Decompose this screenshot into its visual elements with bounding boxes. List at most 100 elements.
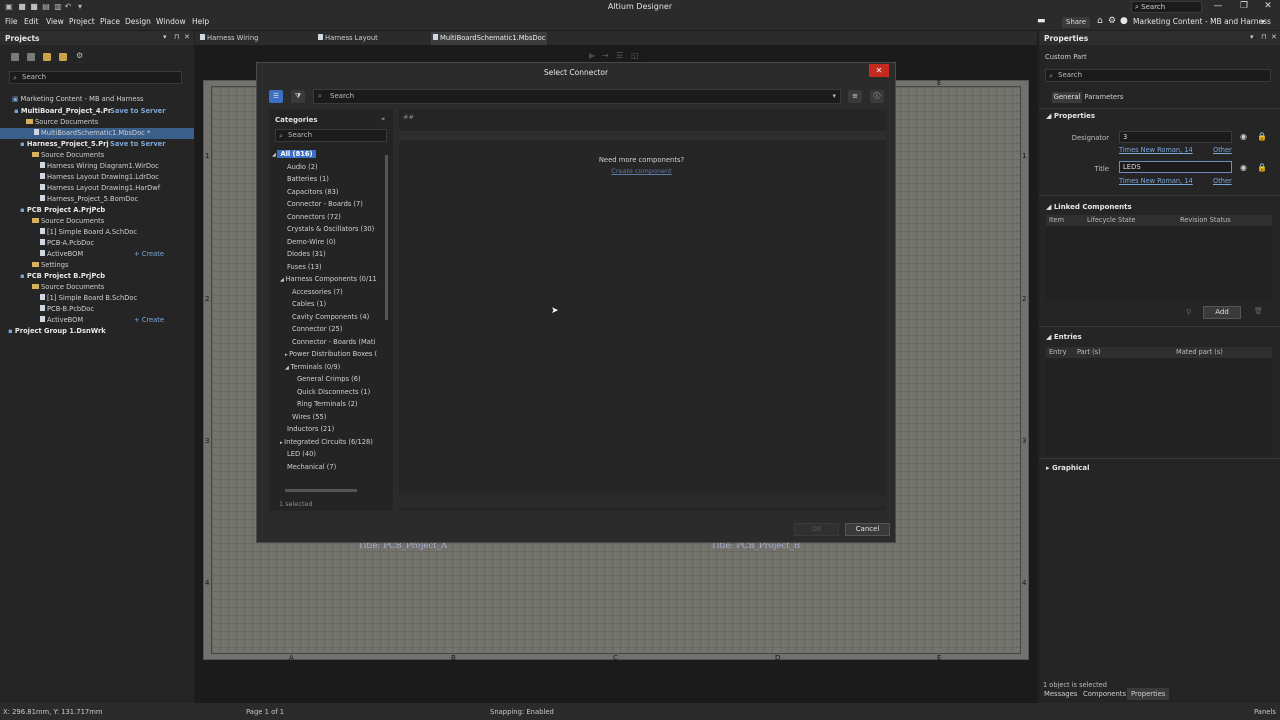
category-item[interactable]: ◢ Harness Components (0/11	[280, 275, 377, 283]
section-properties[interactable]: ◢ Properties	[1046, 112, 1095, 120]
edit-icon[interactable]: ⚲	[1186, 308, 1191, 316]
menu-help[interactable]: Help	[192, 17, 209, 26]
project-tree-item[interactable]: Settings	[0, 260, 194, 271]
project-tree-item[interactable]: PCB-A.PcbDoc	[0, 238, 194, 249]
category-item[interactable]: Crystals & Oscillators (30)	[287, 225, 374, 233]
category-item[interactable]: Cavity Components (4)	[292, 313, 369, 321]
search-dropdown-icon[interactable]: ▾	[832, 90, 836, 103]
tab-wiring-diagram[interactable]: Harness Wiring Diagram1.WirDoc	[198, 32, 316, 54]
pin-icon[interactable]: ⊓	[174, 33, 179, 41]
menu-view[interactable]: View	[46, 17, 64, 26]
save-project-icon[interactable]	[11, 53, 19, 61]
menu-window[interactable]: Window	[156, 17, 186, 26]
minimize-icon[interactable]: —	[1208, 1, 1228, 11]
project-tree-item[interactable]: ActiveBOM + Create	[0, 249, 194, 260]
project-tree-item[interactable]: ▪ PCB Project B.PrjPcb	[0, 271, 194, 282]
category-item[interactable]: Quick Disconnects (1)	[297, 388, 370, 396]
delete-icon[interactable]: 🗑	[1254, 307, 1263, 315]
create-component-link[interactable]: Create component	[399, 167, 884, 175]
category-item[interactable]: Fuses (13)	[287, 263, 322, 271]
category-item[interactable]: Mechanical (7)	[287, 463, 336, 471]
category-item[interactable]: ◢ All (816)	[272, 150, 316, 158]
dialog-search-input[interactable]: ⌕ Search ▾	[313, 89, 841, 104]
project-tree-item[interactable]: PCB-B.PcbDoc	[0, 304, 194, 315]
project-tree-item[interactable]: Harness Wiring Diagram1.WirDoc	[0, 161, 194, 172]
designator-font-link[interactable]: Times New Roman, 14	[1119, 146, 1193, 154]
close-window-icon[interactable]: ✕	[1258, 1, 1278, 11]
project-tree-item[interactable]: Harness_Project_5.BomDoc	[0, 194, 194, 205]
category-item[interactable]: Diodes (31)	[287, 250, 326, 258]
workspace-label[interactable]: Marketing Content - MB and Harness	[1133, 17, 1271, 26]
project-tree-item[interactable]: [1] Simple Board B.SchDoc	[0, 293, 194, 304]
category-item[interactable]: Capacitors (83)	[287, 188, 338, 196]
designator-input[interactable]: 3	[1119, 131, 1232, 143]
project-tree-item[interactable]: ▪ Harness_Project_5.Prj Save to Server	[0, 139, 194, 150]
project-tree-item[interactable]: Source Documents	[0, 282, 194, 293]
panel-close-icon[interactable]: ✕	[184, 33, 190, 41]
category-item[interactable]: Connector - Boards (7)	[287, 200, 363, 208]
category-item[interactable]: ▸ Integrated Circuits (6/128)	[280, 438, 373, 446]
tab-parameters[interactable]: Parameters	[1084, 92, 1124, 103]
panel-close-icon[interactable]: ✕	[1271, 33, 1277, 41]
bottom-tab-components[interactable]: Components	[1083, 690, 1126, 698]
chat-icon[interactable]: ▬	[1037, 16, 1046, 26]
filter-toggle-icon[interactable]: ⧩	[291, 90, 305, 103]
menu-design[interactable]: Design	[125, 17, 151, 26]
tab-layout-drawing[interactable]: Harness Layout Drawing1.LdrDoc	[316, 32, 431, 54]
new-icon[interactable]	[27, 53, 35, 61]
filter-chip[interactable]: ##	[403, 113, 414, 121]
info-icon[interactable]: ⓘ	[870, 90, 884, 103]
title-input[interactable]: LEDS	[1119, 161, 1232, 173]
categories-hscrollbar[interactable]	[285, 489, 357, 492]
projects-search-input[interactable]: ⌕ Search	[9, 71, 182, 84]
list-view-icon[interactable]: ☰	[269, 90, 283, 103]
menu-place[interactable]: Place	[100, 17, 120, 26]
category-item[interactable]: General Crimps (6)	[297, 375, 361, 383]
view-options-icon[interactable]: ≡	[848, 90, 862, 103]
home-icon[interactable]: ⌂	[1097, 16, 1103, 26]
folder-icon[interactable]	[43, 53, 51, 61]
category-item[interactable]: Connectors (72)	[287, 213, 341, 221]
project-tree-item[interactable]: Source Documents	[0, 150, 194, 161]
ok-button[interactable]: OK	[794, 523, 839, 536]
project-tree-item[interactable]: ▪ PCB Project A.PrjPcb	[0, 205, 194, 216]
panel-menu-icon[interactable]: ▾	[1250, 33, 1254, 41]
project-tree-item[interactable]: ▣ Marketing Content - MB and Harness	[0, 94, 194, 105]
panel-menu-icon[interactable]: ▾	[163, 33, 167, 41]
menu-project[interactable]: Project	[69, 17, 95, 26]
workspace-chevron-icon[interactable]: ▾	[1261, 17, 1265, 26]
project-tree-item[interactable]: Source Documents	[0, 216, 194, 227]
restore-icon[interactable]: ❐	[1234, 1, 1254, 11]
cancel-button[interactable]: Cancel	[845, 523, 890, 536]
project-tree-item[interactable]: ▪ MultiBoard_Project_4.Pr Save to Server	[0, 106, 194, 117]
designator-other-link[interactable]: Other	[1213, 146, 1232, 154]
gear-icon[interactable]: ⚙	[1108, 16, 1116, 26]
title-font-link[interactable]: Times New Roman, 14	[1119, 177, 1193, 185]
project-tree-item[interactable]: MultiBoardSchematic1.MbsDoc *	[0, 128, 194, 139]
folder-open-icon[interactable]	[59, 53, 67, 61]
categories-search-input[interactable]: ⌕ Search	[275, 129, 387, 142]
create-bom-link[interactable]: + Create	[134, 315, 164, 326]
category-item[interactable]: Connector - Boards (Mati	[292, 338, 375, 346]
project-tree-item[interactable]: Harness Layout Drawing1.LdrDoc	[0, 172, 194, 183]
project-tree-item[interactable]: Harness Layout Drawing1.HarDwf	[0, 183, 194, 194]
visibility-eye-icon[interactable]: ◉	[1240, 163, 1247, 172]
category-item[interactable]: ▸ Power Distribution Boxes (	[285, 350, 377, 358]
panels-button[interactable]: Panels	[1254, 708, 1276, 716]
tab-multiboard-schematic[interactable]: MultiBoardSchematic1.MbsDoc *	[431, 32, 547, 54]
categories-vscrollbar[interactable]	[385, 155, 388, 320]
collapse-categories-icon[interactable]: «	[381, 115, 385, 123]
project-tree-item[interactable]: [1] Simple Board A.SchDoc	[0, 227, 194, 238]
lock-icon[interactable]: 🔒	[1257, 163, 1267, 172]
project-tree-item[interactable]: ActiveBOM + Create	[0, 315, 194, 326]
category-item[interactable]: Inductors (21)	[287, 425, 334, 433]
global-search-input[interactable]: ⌕ Search	[1131, 1, 1202, 13]
properties-search-input[interactable]: ⌕ Search	[1045, 69, 1271, 82]
project-tree-item[interactable]: ▪ Project Group 1.DsnWrk	[0, 326, 194, 337]
share-button[interactable]: Share	[1062, 17, 1090, 28]
category-item[interactable]: LED (40)	[287, 450, 316, 458]
bottom-tab-messages[interactable]: Messages	[1044, 690, 1077, 698]
category-item[interactable]: Ring Terminals (2)	[297, 400, 357, 408]
category-item[interactable]: Cables (1)	[292, 300, 326, 308]
category-item[interactable]: ◢ Terminals (0/9)	[285, 363, 340, 371]
